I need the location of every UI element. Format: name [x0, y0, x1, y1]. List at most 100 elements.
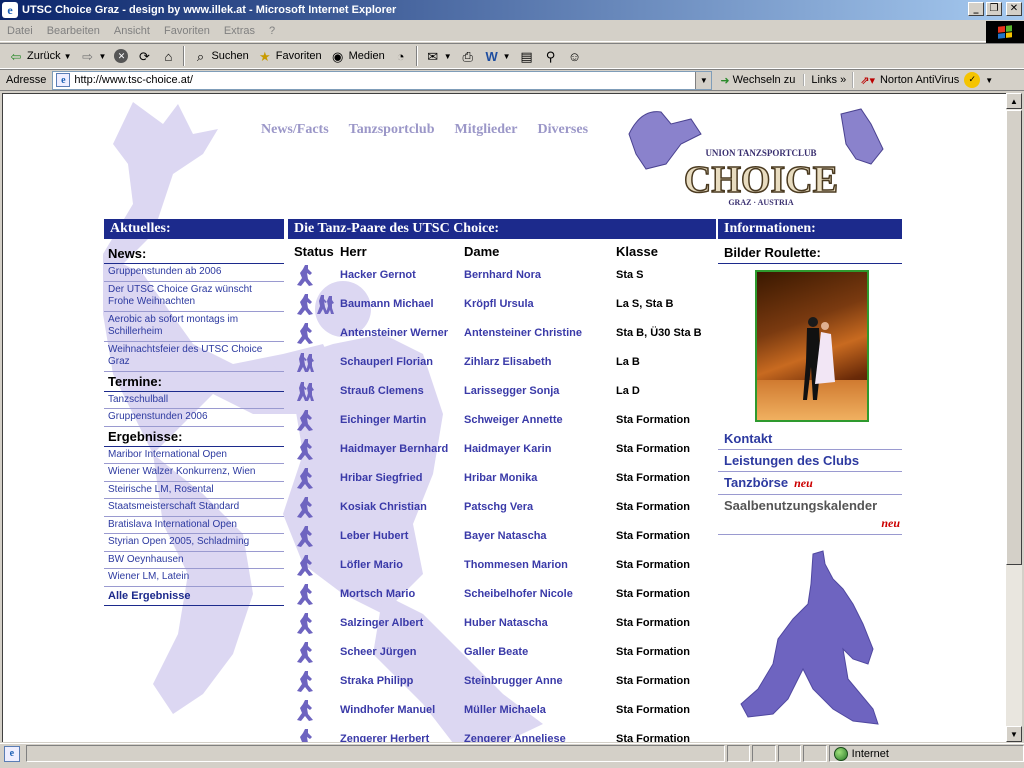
dance-photo[interactable] [755, 270, 869, 422]
dame-link[interactable]: Bayer Natascha [464, 530, 616, 542]
nav-diverses[interactable]: Diverses [537, 122, 588, 138]
dame-link[interactable]: Larissegger Sonja [464, 385, 616, 397]
news-link[interactable]: Gruppenstunden ab 2006 [104, 264, 284, 282]
herr-link[interactable]: Eichinger Martin [340, 414, 464, 426]
vertical-scrollbar[interactable]: ▲ ▼ [1006, 93, 1022, 742]
address-dropdown-icon[interactable]: ▼ [695, 71, 712, 89]
ergebnis-link[interactable]: Wiener Walzer Konkurrenz, Wien [104, 464, 284, 482]
dame-link[interactable]: Haidmayer Karin [464, 443, 616, 455]
dame-link[interactable]: Thommesen Marion [464, 559, 616, 571]
kontakt-link[interactable]: Kontakt [718, 428, 902, 450]
forward-dropdown-icon[interactable]: ▼ [99, 52, 107, 61]
ergebnis-link[interactable]: Styrian Open 2005, Schladming [104, 534, 284, 552]
termine-link[interactable]: Gruppenstunden 2006 [104, 409, 284, 427]
stop-button[interactable]: ✕ [110, 45, 132, 67]
dame-link[interactable]: Zengerer Anneliese [464, 733, 616, 743]
nav-mitglieder[interactable]: Mitglieder [455, 122, 518, 138]
ergebnis-link[interactable]: Staatsmeisterschaft Standard [104, 499, 284, 517]
scroll-down-button[interactable]: ▼ [1006, 726, 1022, 742]
mail-dropdown-icon[interactable]: ▼ [444, 52, 452, 61]
herr-link[interactable]: Schauperl Florian [340, 356, 464, 368]
ergebnis-link[interactable]: BW Oeynhausen [104, 552, 284, 569]
herr-link[interactable]: Windhofer Manuel [340, 704, 464, 716]
norton-icon[interactable]: ✓ [964, 72, 981, 88]
research-button[interactable]: ⚲ [539, 45, 563, 67]
refresh-button[interactable]: ⟳ [132, 45, 156, 67]
edit-button[interactable]: W ▼ [480, 45, 515, 67]
herr-link[interactable]: Hacker Gernot [340, 269, 464, 281]
links-button[interactable]: Links » [803, 74, 852, 86]
address-field[interactable]: e http://www.tsc-choice.at/ ▼ [52, 70, 713, 90]
herr-link[interactable]: Straka Philipp [340, 675, 464, 687]
herr-link[interactable]: Baumann Michael [340, 298, 464, 310]
menu-bearbeiten[interactable]: Bearbeiten [40, 25, 107, 37]
herr-link[interactable]: Salzinger Albert [340, 617, 464, 629]
herr-link[interactable]: Haidmayer Bernhard [340, 443, 464, 455]
favorites-button[interactable]: ★ Favoriten [253, 45, 326, 67]
close-button[interactable]: ✕ [1006, 2, 1022, 16]
herr-link[interactable]: Mortsch Mario [340, 588, 464, 600]
scroll-thumb[interactable] [1006, 110, 1022, 565]
messenger-button[interactable]: ☺ [563, 45, 587, 67]
mail-button[interactable]: ✉ ▼ [421, 45, 456, 67]
ergebnis-link[interactable]: Steirische LM, Rosental [104, 482, 284, 499]
dame-link[interactable]: Antensteiner Christine [464, 327, 616, 339]
dame-link[interactable]: Huber Natascha [464, 617, 616, 629]
herr-link[interactable]: Zengerer Herbert [340, 733, 464, 743]
dame-link[interactable]: Bernhard Nora [464, 269, 616, 281]
dame-link[interactable]: Schweiger Annette [464, 414, 616, 426]
home-button[interactable]: ⌂ [156, 45, 180, 67]
dame-link[interactable]: Scheibelhofer Nicole [464, 588, 616, 600]
all-results-link[interactable]: Alle Ergebnisse [104, 587, 284, 606]
tanzboerse-link[interactable]: Tanzbörse neu [718, 472, 902, 495]
ergebnis-link[interactable]: Maribor International Open [104, 447, 284, 464]
minimize-button[interactable]: _ [968, 2, 984, 16]
news-link[interactable]: Weihnachtsfeier des UTSC Choice Graz [104, 342, 284, 372]
search-button[interactable]: ⌕ Suchen [188, 45, 252, 67]
url-text[interactable]: http://www.tsc-choice.at/ [74, 74, 695, 86]
ergebnis-link[interactable]: Wiener LM, Latein [104, 569, 284, 587]
herr-link[interactable]: Kosiak Christian [340, 501, 464, 513]
nav-news-facts[interactable]: News/Facts [261, 122, 329, 138]
leistungen-link[interactable]: Leistungen des Clubs [718, 450, 902, 472]
media-button[interactable]: ◉ Medien [326, 45, 389, 67]
security-zone: Internet [828, 745, 1024, 762]
norton-toolbar[interactable]: ⇗▾ Norton AntiVirus ✓ ▼ [852, 72, 999, 88]
dame-link[interactable]: Patschg Vera [464, 501, 616, 513]
menu-datei[interactable]: Datei [0, 25, 40, 37]
dame-link[interactable]: Galler Beate [464, 646, 616, 658]
back-dropdown-icon[interactable]: ▼ [64, 52, 72, 61]
dame-link[interactable]: Kröpfl Ursula [464, 298, 616, 310]
herr-link[interactable]: Strauß Clemens [340, 385, 464, 397]
dame-link[interactable]: Zihlarz Elisabeth [464, 356, 616, 368]
discuss-button[interactable]: ▤ [515, 45, 539, 67]
herr-link[interactable]: Antensteiner Werner [340, 327, 464, 339]
restore-button[interactable]: ❐ [986, 2, 1002, 16]
herr-link[interactable]: Leber Hubert [340, 530, 464, 542]
herr-link[interactable]: Löfler Mario [340, 559, 464, 571]
news-link[interactable]: Der UTSC Choice Graz wünscht Frohe Weihn… [104, 282, 284, 312]
ergebnis-link[interactable]: Bratislava International Open [104, 517, 284, 534]
termine-link[interactable]: Tanzschulball [104, 392, 284, 409]
dame-link[interactable]: Steinbrugger Anne [464, 675, 616, 687]
print-button[interactable]: ⎙ [456, 45, 480, 67]
dame-link[interactable]: Müller Michaela [464, 704, 616, 716]
menu-help[interactable]: ? [262, 25, 282, 37]
history-button[interactable]: ◔ [389, 45, 413, 67]
go-button[interactable]: ➜ Wechseln zu [712, 74, 803, 87]
pdf-icon[interactable]: ⇗▾ [860, 74, 875, 87]
menu-favoriten[interactable]: Favoriten [157, 25, 217, 37]
dame-link[interactable]: Hribar Monika [464, 472, 616, 484]
herr-link[interactable]: Scheer Jürgen [340, 646, 464, 658]
nav-tanzsportclub[interactable]: Tanzsportclub [349, 122, 435, 138]
scroll-up-button[interactable]: ▲ [1006, 93, 1022, 109]
norton-dropdown-icon[interactable]: ▼ [985, 76, 993, 85]
forward-button[interactable]: ⇨ ▼ [76, 45, 111, 67]
back-button[interactable]: ⇦ Zurück ▼ [4, 45, 76, 67]
menu-extras[interactable]: Extras [217, 25, 262, 37]
news-link[interactable]: Aerobic ab sofort montags im Schillerhei… [104, 312, 284, 342]
herr-link[interactable]: Hribar Siegfried [340, 472, 464, 484]
saal-link[interactable]: Saalbenutzungskalender [718, 495, 902, 516]
edit-dropdown-icon[interactable]: ▼ [503, 52, 511, 61]
menu-ansicht[interactable]: Ansicht [107, 25, 157, 37]
